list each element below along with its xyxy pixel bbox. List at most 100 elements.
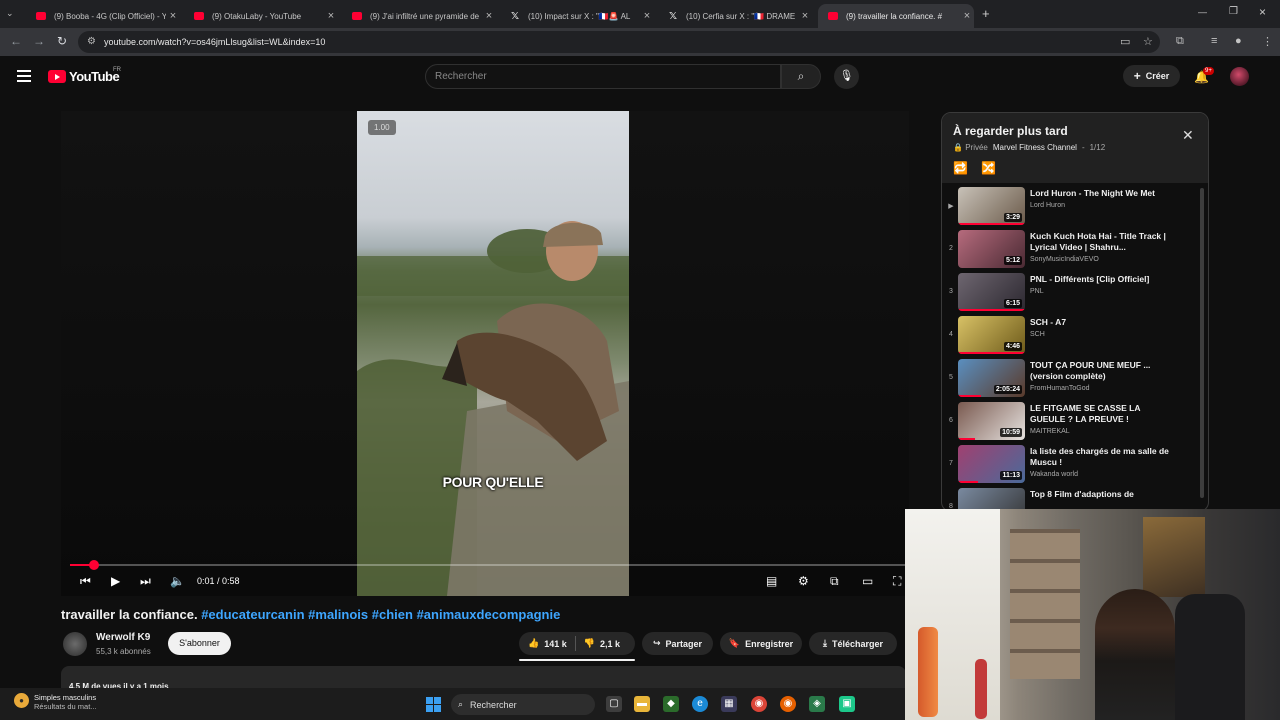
playlist-item-title[interactable]: TOUT ÇA POUR UNE MEUF ... (version compl… (1030, 360, 1170, 382)
subscribe-button[interactable]: S'abonner (168, 632, 231, 655)
next-icon[interactable]: ⏭ (140, 574, 151, 589)
search-input[interactable]: Rechercher (425, 64, 781, 89)
youtube-logo[interactable]: YouTube (48, 69, 120, 84)
playlist-thumbnail[interactable]: 11:13 (958, 445, 1025, 483)
app-icon[interactable]: ▣ (839, 696, 855, 712)
theater-mode-icon[interactable]: ▭ (862, 574, 873, 588)
playlist-thumbnail[interactable]: 5:12 (958, 230, 1025, 268)
nvidia-icon[interactable]: ◆ (663, 696, 679, 712)
voice-search-button[interactable]: 🎙 (834, 64, 859, 89)
playlist-thumbnail[interactable]: 4:46 (958, 316, 1025, 354)
reload-icon[interactable]: ↻ (57, 34, 67, 48)
search-button[interactable]: ⌕ (781, 64, 821, 89)
playlist-item[interactable]: 7 11:13 la liste des chargés de ma salle d… (942, 445, 1197, 489)
playlist-item[interactable]: 4 4:46 SCH - A7 SCH (942, 316, 1197, 360)
bookmark-star-icon[interactable]: ☆ (1143, 35, 1153, 48)
playlist-item-title[interactable]: PNL - Différents [Clip Officiel] (1030, 274, 1170, 285)
like-button[interactable]: 👍 141 k (528, 638, 567, 649)
video-caption: POUR QU'ELLE (442, 474, 544, 490)
playlist-thumbnail[interactable]: 10:59 (958, 402, 1025, 440)
app-icon[interactable]: ◈ (809, 696, 825, 712)
fullscreen-icon[interactable]: ⛶ (893, 574, 901, 589)
play-icon[interactable]: ▶ (111, 574, 120, 588)
video-frame[interactable] (357, 111, 629, 596)
playlist-owner[interactable]: Marvel Fitness Channel (993, 143, 1077, 152)
close-icon[interactable]: × (324, 10, 338, 22)
new-tab-icon[interactable]: + (982, 6, 990, 21)
site-info-icon[interactable]: ⚙ (87, 36, 96, 47)
browser-tab-5[interactable]: 𝕏 (10) Cerfia sur X : "🇫🇷 DRAME | × (658, 4, 812, 28)
task-view-icon[interactable]: ▢ (606, 696, 622, 712)
shuffle-icon[interactable]: 🔀 (981, 161, 996, 175)
hashtag-link[interactable]: #chien (372, 607, 413, 622)
close-icon[interactable]: × (166, 10, 180, 22)
browser-tab-4[interactable]: 𝕏 (10) Impact sur X : "🇫🇷🚨 AL × (500, 4, 654, 28)
reading-list-icon[interactable]: ≡ (1211, 35, 1217, 47)
playlist-thumbnail[interactable]: 2:05:24 (958, 359, 1025, 397)
playlist-item[interactable]: 6 10:59 LE FITGAME SE CASSE LA GUEULE ? LA… (942, 402, 1197, 446)
progress-bar[interactable] (70, 560, 908, 570)
hashtag-link[interactable]: #animauxdecompagnie (417, 607, 561, 622)
playlist-item-title[interactable]: Lord Huron - The Night We Met (1030, 188, 1170, 199)
menu-dots-icon[interactable]: ⋮ (1262, 35, 1273, 48)
hashtag-link[interactable]: #educateurcanin (201, 607, 304, 622)
taskbar-notification[interactable]: ● Simples masculins Résultats du mat... (14, 693, 97, 711)
browser-tab-active[interactable]: (9) travailler la confiance. # × (818, 4, 974, 28)
playlist-thumbnail[interactable]: 3:29 (958, 187, 1025, 225)
extensions-icon[interactable]: ⧉ (1176, 35, 1184, 48)
minimize-icon[interactable]: — (1198, 7, 1207, 17)
close-icon[interactable]: ✕ (1182, 127, 1194, 144)
playlist-item[interactable]: ▶ 3:29 Lord Huron - The Night We Met Lord H… (942, 187, 1197, 231)
browser-tab-3[interactable]: (9) J'ai infiltré une pyramide de × (342, 4, 496, 28)
loop-icon[interactable]: 🔁 (953, 161, 968, 175)
url-input[interactable]: ⚙ youtube.com/watch?v=os46jmLlsug&list=W… (78, 31, 1160, 53)
firefox-icon[interactable]: ◉ (780, 696, 796, 712)
browser-tab-2[interactable]: (9) OtakuLaby - YouTube × (184, 4, 338, 28)
file-explorer-icon[interactable]: ▬ (634, 696, 650, 712)
edge-icon[interactable]: e (692, 696, 708, 712)
playlist-item[interactable]: 2 5:12 Kuch Kuch Hota Hai - Title Track | … (942, 230, 1197, 274)
tab-list-icon[interactable]: ⌄ (6, 8, 14, 19)
share-button[interactable]: ↪ Partager (642, 632, 713, 655)
playlist-item-title[interactable]: SCH - A7 (1030, 317, 1170, 328)
windows-start-icon[interactable] (426, 697, 441, 712)
channel-name[interactable]: Werwolf K9 (96, 632, 150, 643)
close-icon[interactable]: × (960, 10, 974, 22)
close-icon[interactable]: × (798, 10, 812, 22)
playlist-item-title[interactable]: la liste des chargés de ma salle de Musc… (1030, 446, 1170, 468)
store-icon[interactable]: ▦ (721, 696, 737, 712)
channel-avatar[interactable] (63, 632, 87, 656)
close-icon[interactable]: × (482, 10, 496, 22)
playlist-thumbnail[interactable]: 6:15 (958, 273, 1025, 311)
video-scene (357, 221, 629, 596)
hashtag-link[interactable]: #malinois (308, 607, 368, 622)
create-button[interactable]: + Créer (1123, 65, 1180, 87)
playlist-item[interactable]: 5 2:05:24 TOUT ÇA POUR UNE MEUF ... (versi… (942, 359, 1197, 403)
playlist-title[interactable]: À regarder plus tard (953, 124, 1068, 138)
settings-gear-icon[interactable]: ⚙ (798, 574, 809, 588)
save-button[interactable]: 🔖 Enregistrer (720, 632, 802, 655)
close-icon[interactable]: × (640, 10, 654, 22)
previous-icon[interactable]: ⏮ (80, 574, 91, 589)
forward-icon[interactable]: → (33, 34, 45, 48)
playlist-item-title[interactable]: Top 8 Film d'adaptions de (1030, 489, 1170, 500)
back-icon[interactable]: ← (10, 34, 22, 48)
profile-icon[interactable]: ● (1235, 35, 1242, 47)
miniplayer-icon[interactable]: ⧉ (830, 574, 839, 589)
browser-tab-1[interactable]: (9) Booba - 4G (Clip Officiel) - Y × (26, 4, 180, 28)
playlist-item[interactable]: 3 6:15 PNL - Différents [Clip Officiel] PNL (942, 273, 1197, 317)
cast-icon[interactable]: ▭ (1120, 35, 1130, 48)
menu-hamburger-icon[interactable] (17, 70, 31, 82)
account-avatar[interactable] (1230, 67, 1249, 86)
playlist-item-title[interactable]: LE FITGAME SE CASSE LA GUEULE ? LA PREUV… (1030, 403, 1170, 425)
dislike-button[interactable]: 👎 2,1 k (584, 638, 620, 649)
playlist-scrollbar[interactable] (1200, 188, 1204, 498)
chrome-icon[interactable]: ◉ (751, 696, 767, 712)
taskbar-search[interactable]: ⌕ Rechercher (451, 694, 595, 715)
playlist-item-title[interactable]: Kuch Kuch Hota Hai - Title Track | Lyric… (1030, 231, 1170, 253)
volume-icon[interactable]: 🔈 (170, 574, 185, 588)
download-button[interactable]: ⤓ Télécharger (809, 632, 897, 655)
subtitles-icon[interactable]: ▤ (766, 574, 777, 588)
window-close-icon[interactable]: × (1259, 5, 1266, 19)
restore-icon[interactable]: ❐ (1229, 6, 1238, 17)
